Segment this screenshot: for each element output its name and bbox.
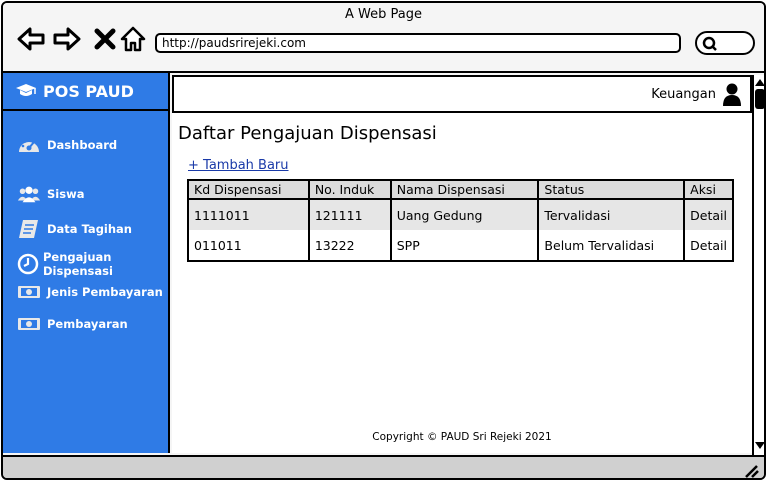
scrollbar-thumb[interactable] — [755, 89, 764, 109]
main-content: Daftar Pengajuan Dispensasi + Tambah Bar… — [172, 113, 752, 453]
sidebar-item-siswa[interactable]: Siswa — [17, 184, 84, 204]
address-bar[interactable]: http://paudsrirejeki.com — [155, 33, 681, 53]
table-cell: Uang Gedung — [389, 199, 540, 230]
scroll-up-icon[interactable] — [754, 77, 766, 87]
sidebar-item-label: Pengajuan Dispensasi — [43, 250, 113, 278]
sidebar: POS PAUD Dashboard Siswa Data Tagihan Pe — [3, 73, 170, 453]
home-icon[interactable] — [119, 25, 147, 53]
scroll-down-icon[interactable] — [754, 441, 766, 451]
brand-label: POS PAUD — [43, 81, 134, 101]
table-cell: SPP — [389, 230, 540, 261]
table-cell: 121111 — [307, 199, 392, 230]
column-header: Kd Dispensasi — [187, 180, 310, 200]
table-row: 1111011 121111 Uang Gedung Tervalidasi D… — [187, 199, 734, 230]
column-header: Nama Dispensasi — [389, 180, 540, 200]
back-arrow-icon[interactable] — [17, 25, 45, 53]
table-cell: 13222 — [307, 230, 392, 261]
browser-titlebar: A Web Page http://paudsrirejeki.com — [3, 3, 764, 73]
table-header-row: Kd Dispensasi No. Induk Nama Dispensasi … — [187, 180, 734, 200]
column-header: Status — [537, 180, 686, 200]
clock-icon — [17, 253, 39, 275]
money-icon — [17, 282, 41, 302]
user-icon[interactable] — [722, 83, 742, 107]
column-header: Aksi — [683, 180, 734, 200]
money-icon — [17, 314, 41, 334]
page-title: Daftar Pengajuan Dispensasi — [178, 123, 437, 144]
graduation-cap-icon — [16, 84, 36, 96]
sidebar-item-label: Siswa — [47, 187, 85, 201]
dispensasi-table: Kd Dispensasi No. Induk Nama Dispensasi … — [187, 179, 734, 262]
add-new-link[interactable]: + Tambah Baru — [188, 158, 289, 173]
user-label[interactable]: Keuangan — [651, 87, 716, 102]
document-icon — [17, 219, 41, 239]
close-icon[interactable] — [91, 25, 119, 53]
sidebar-item-label: Jenis Pembayaran — [47, 285, 163, 299]
window-title: A Web Page — [345, 7, 422, 22]
detail-action[interactable]: Detail — [683, 199, 734, 230]
sidebar-item-dashboard[interactable]: Dashboard — [17, 135, 117, 155]
table-row: 011011 13222 SPP Belum Tervalidasi Detai… — [187, 230, 734, 261]
browser-window: A Web Page http://paudsrirejeki.com POS … — [1, 1, 766, 480]
dashboard-icon — [17, 135, 41, 155]
search-icon — [702, 36, 717, 51]
forward-arrow-icon[interactable] — [53, 25, 81, 53]
detail-action[interactable]: Detail — [683, 230, 734, 261]
sidebar-item-pembayaran[interactable]: Pembayaran — [17, 314, 128, 334]
table-cell: 011011 — [187, 230, 310, 261]
sidebar-item-pengajuan-dispensasi[interactable]: Pengajuan Dispensasi — [17, 250, 168, 278]
sidebar-brand[interactable]: POS PAUD — [3, 73, 168, 111]
sidebar-item-jenis-pembayaran[interactable]: Jenis Pembayaran — [17, 282, 163, 302]
table-cell: Tervalidasi — [537, 199, 686, 230]
status-bar — [3, 455, 764, 478]
table-cell: Belum Tervalidasi — [537, 230, 686, 261]
sidebar-item-label: Dashboard — [47, 138, 118, 152]
footer-copyright: Copyright © PAUD Sri Rejeki 2021 — [372, 431, 552, 443]
users-icon — [17, 184, 41, 204]
resize-grip-icon[interactable] — [742, 462, 760, 478]
sidebar-item-label: Data Tagihan — [47, 222, 132, 236]
table-cell: 1111011 — [187, 199, 310, 230]
top-header: Keuangan — [172, 75, 752, 113]
sidebar-item-data-tagihan[interactable]: Data Tagihan — [17, 219, 132, 239]
browser-search-box[interactable] — [695, 31, 755, 55]
sidebar-item-label: Pembayaran — [47, 317, 128, 331]
column-header: No. Induk — [307, 180, 392, 200]
vertical-scrollbar[interactable] — [752, 75, 766, 455]
